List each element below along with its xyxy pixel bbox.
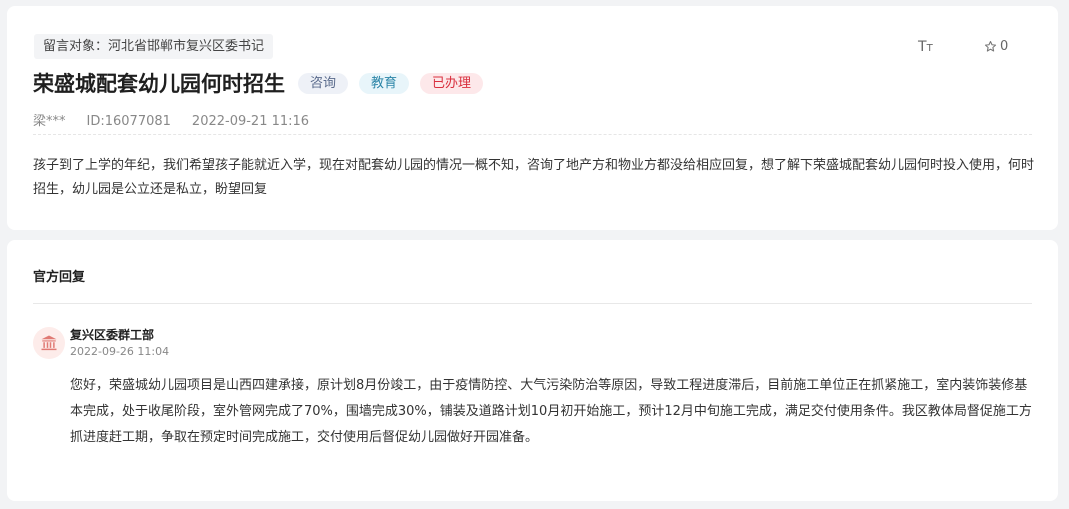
reply-card: 官方回复 复兴区委群工部 2022-09-26 11:04 您好，荣盛城幼儿园项…: [7, 240, 1058, 501]
category-badge: 教育: [359, 72, 410, 94]
reply-section-title: 官方回复: [33, 270, 86, 285]
government-building-icon: [41, 335, 57, 351]
message-content: 孩子到了上学的年纪，我们希望孩子能就近入学，现在对配套幼儿园的情况一概不知，咨询…: [33, 158, 1035, 197]
star-outline-icon: [984, 40, 997, 52]
author-name: 梁***: [33, 114, 66, 129]
toolbar: TT 0: [912, 39, 1032, 59]
favorite-button[interactable]: 0: [984, 39, 1008, 54]
message-id: ID:16077081: [86, 114, 171, 129]
divider: [33, 134, 1032, 135]
favorite-count: 0: [1000, 39, 1009, 54]
message-meta: 梁*** ID:16077081 2022-09-21 11:16: [33, 110, 330, 129]
status-badge: 已办理: [420, 72, 484, 94]
page-title: 荣盛城配套幼儿园何时招生: [33, 72, 285, 96]
reply-datetime: 2022-09-26 11:04: [70, 345, 170, 358]
message-target: 留言对象：河北省邯郸市复兴区委书记: [34, 34, 274, 59]
type-badge: 咨询: [298, 72, 349, 94]
divider: [33, 303, 1032, 304]
font-size-icon[interactable]: TT: [918, 39, 933, 55]
title-row: 荣盛城配套幼儿园何时招生 咨询 教育 已办理: [33, 68, 494, 98]
avatar: [33, 327, 65, 359]
reply-content: 您好，荣盛城幼儿园项目是山西四建承接，原计划8月份竣工，由于疫情防控、大气污染防…: [70, 378, 1032, 445]
message-card: 留言对象：河北省邯郸市复兴区委书记 TT 0 荣盛城配套幼儿园何时招生 咨询 教…: [7, 6, 1058, 230]
reply-department: 复兴区委群工部: [70, 328, 155, 342]
message-datetime: 2022-09-21 11:16: [191, 114, 310, 129]
